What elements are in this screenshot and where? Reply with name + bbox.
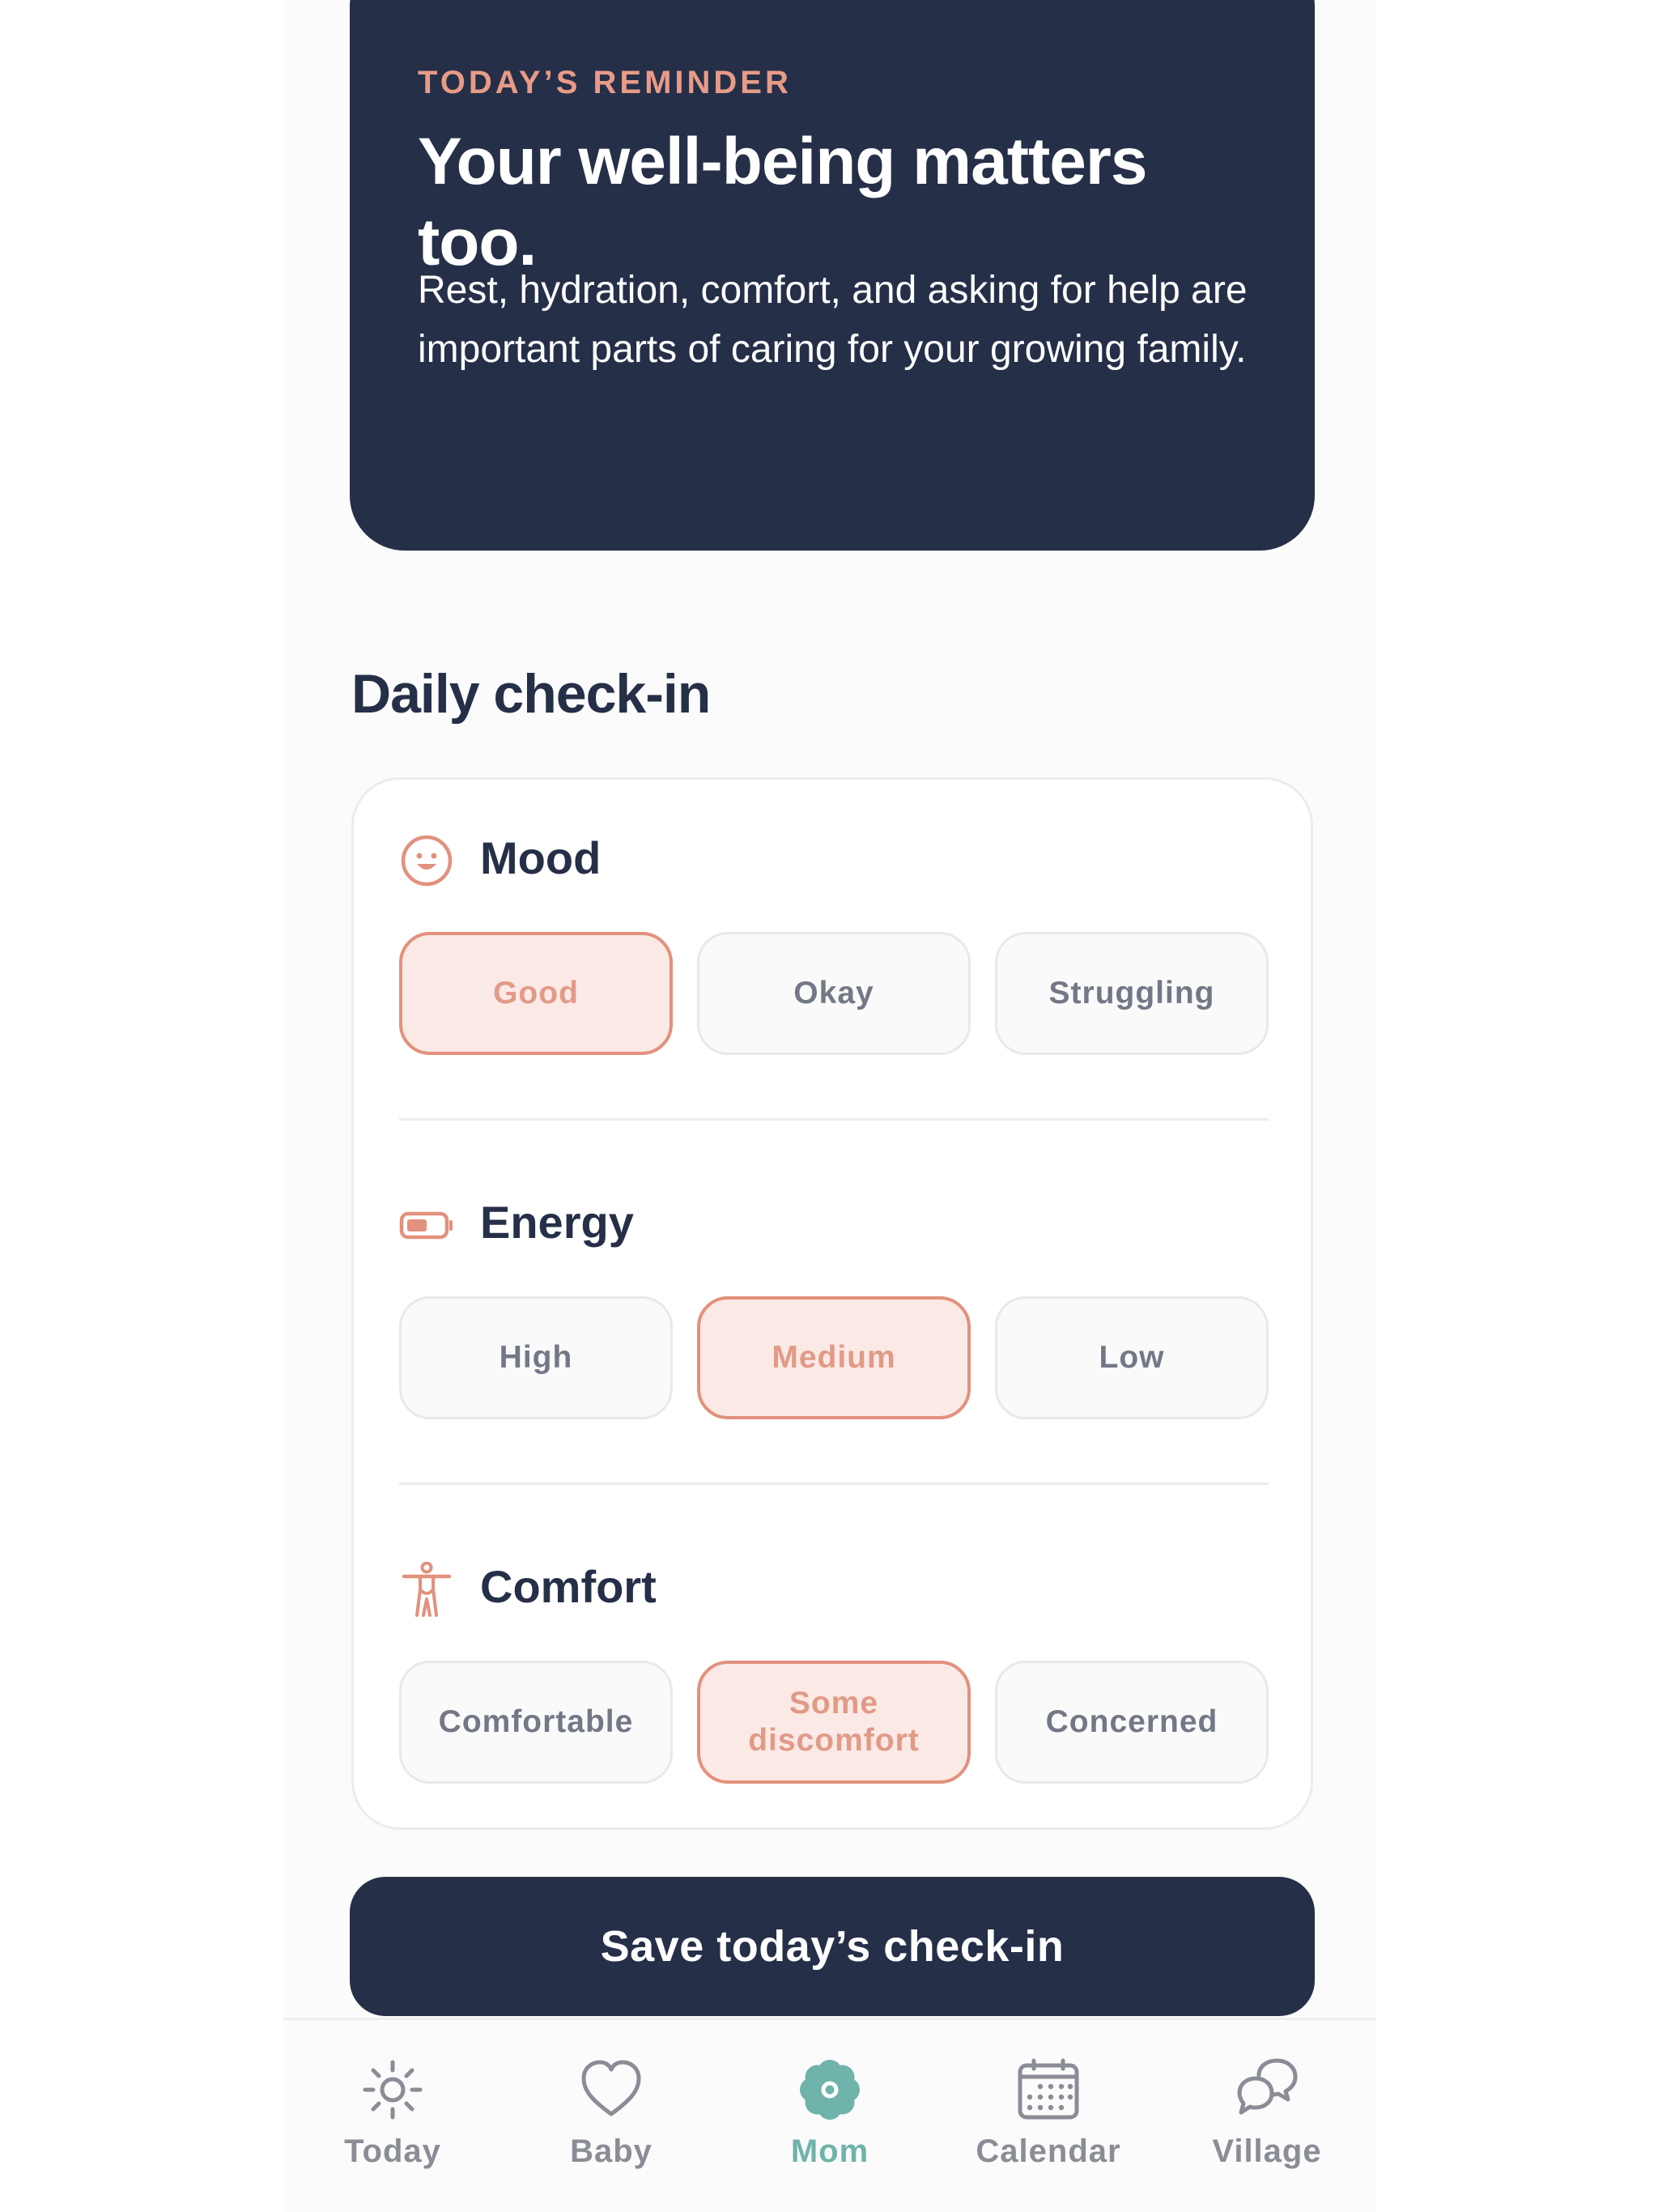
energy-header: Energy (399, 1191, 1269, 1256)
mood-option-struggling[interactable]: Struggling (995, 932, 1269, 1055)
energy-label: Energy (480, 1197, 634, 1248)
comfort-group: Comfort Comfortable Some discomfort Conc… (399, 1555, 1269, 1784)
app-screen: TODAY’S REMINDER Your well-being matters… (283, 0, 1376, 2212)
reminder-body: Rest, hydration, comfort, and asking for… (418, 269, 1248, 371)
energy-option-low[interactable]: Low (995, 1296, 1269, 1419)
reminder-eyebrow: TODAY’S REMINDER (418, 65, 792, 100)
comfort-option-concerned[interactable]: Concerned (995, 1661, 1269, 1784)
smiley-face-icon (401, 835, 453, 887)
section-title: Daily check-in (351, 663, 711, 725)
comfort-option-some-discomfort[interactable]: Some discomfort (697, 1661, 971, 1784)
mood-group: Mood Good Okay Struggling (399, 827, 1269, 1055)
reminder-card: TODAY’S REMINDER Your well-being matters… (350, 0, 1315, 551)
energy-options: High Medium Low (399, 1296, 1269, 1419)
energy-option-high[interactable]: High (399, 1296, 673, 1419)
tab-label: Village (1212, 2133, 1322, 2169)
sun-icon (363, 2060, 423, 2120)
reminder-title: Your well-being matters too. (418, 125, 1147, 279)
tab-village[interactable]: Village (1158, 2020, 1376, 2212)
divider (399, 1482, 1269, 1485)
tab-calendar[interactable]: Calendar (939, 2020, 1158, 2212)
tab-label: Baby (570, 2133, 653, 2169)
tab-bar: Today Baby Mom Calendar Village (283, 2018, 1376, 2212)
tab-label: Today (344, 2133, 441, 2169)
person-icon (402, 1562, 452, 1617)
mood-header: Mood (399, 827, 1269, 891)
divider (399, 1118, 1269, 1121)
tab-mom[interactable]: Mom (721, 2020, 939, 2212)
mood-option-good[interactable]: Good (399, 932, 673, 1055)
comfort-options: Comfortable Some discomfort Concerned (399, 1661, 1269, 1784)
flower-icon (800, 2060, 860, 2120)
tab-baby[interactable]: Baby (502, 2020, 721, 2212)
comfort-label: Comfort (480, 1561, 657, 1612)
heart-icon (581, 2060, 641, 2116)
mood-option-okay[interactable]: Okay (697, 932, 971, 1055)
tab-label: Mom (790, 2133, 869, 2169)
save-checkin-button[interactable]: Save today’s check-in (350, 1877, 1315, 2016)
energy-option-medium[interactable]: Medium (697, 1296, 971, 1419)
mood-options: Good Okay Struggling (399, 932, 1269, 1055)
energy-group: Energy High Medium Low (399, 1191, 1269, 1419)
chat-bubbles-icon (1237, 2058, 1298, 2115)
battery-icon (399, 1211, 453, 1240)
tab-label: Calendar (976, 2133, 1121, 2169)
calendar-icon (1018, 2058, 1079, 2120)
comfort-header: Comfort (399, 1555, 1269, 1620)
tab-today[interactable]: Today (283, 2020, 502, 2212)
comfort-option-comfortable[interactable]: Comfortable (399, 1661, 673, 1784)
checkin-card: Mood Good Okay Struggling Energy High Me… (351, 777, 1313, 1830)
mood-label: Mood (480, 832, 602, 883)
